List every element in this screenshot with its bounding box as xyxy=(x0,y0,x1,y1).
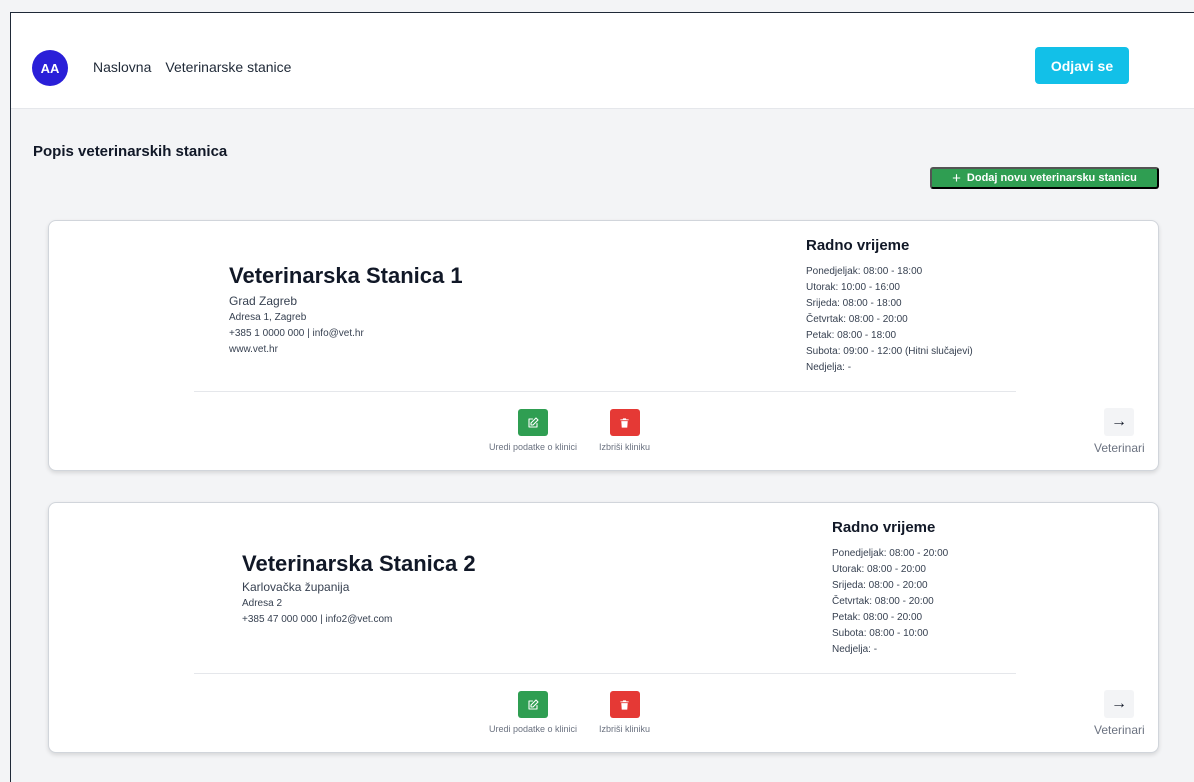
clinic-website[interactable]: www.vet.hr xyxy=(229,344,278,355)
clinic-region: Grad Zagreb xyxy=(229,294,298,308)
edit-clinic-action: Uredi podatke o klinici xyxy=(489,691,577,734)
hours-title: Radno vrijeme xyxy=(806,237,910,254)
hours-saturday: Subota: 08:00 - 10:00 xyxy=(832,628,929,639)
edit-clinic-label: Uredi podatke o klinici xyxy=(489,724,578,734)
hours-wednesday: Srijeda: 08:00 - 18:00 xyxy=(806,298,902,309)
vets-arrow-button[interactable]: → xyxy=(1104,690,1134,718)
delete-clinic-action: Izbriši kliniku xyxy=(599,691,650,734)
add-clinic-button[interactable]: + Dodaj novu veterinarsku stanicu xyxy=(930,167,1159,189)
hours-list: Ponedjeljak: 08:00 - 18:00 Utorak: 10:00… xyxy=(806,264,973,376)
clinic-contact: +385 47 000 000 | info2@vet.com xyxy=(242,614,393,625)
clinic-name: Veterinarska Stanica 2 xyxy=(242,551,476,576)
edit-icon xyxy=(528,698,539,710)
hours-list: Ponedjeljak: 08:00 - 20:00 Utorak: 08:00… xyxy=(832,546,948,658)
add-clinic-label: Dodaj novu veterinarsku stanicu xyxy=(966,172,1137,184)
hours-thursday: Četvrtak: 08:00 - 20:00 xyxy=(832,596,934,607)
card-divider xyxy=(194,673,1016,674)
card-divider xyxy=(194,391,1016,392)
edit-clinic-action: Uredi podatke o klinici xyxy=(489,409,577,452)
vets-arrow-button[interactable]: → xyxy=(1104,408,1134,436)
edit-clinic-button[interactable] xyxy=(518,409,549,436)
nav-link-home[interactable]: Naslovna xyxy=(93,59,151,75)
main-nav: Naslovna Veterinarske stanice xyxy=(93,59,291,75)
hours-saturday: Subota: 09:00 - 12:00 (Hitni slučajevi) xyxy=(806,346,973,357)
delete-clinic-label: Izbriši kliniku xyxy=(599,724,651,734)
edit-icon xyxy=(528,416,539,428)
vets-link[interactable]: Veterinari xyxy=(1094,723,1145,737)
delete-clinic-action: Izbriši kliniku xyxy=(599,409,650,452)
hours-monday: Ponedjeljak: 08:00 - 20:00 xyxy=(832,548,949,559)
navbar: AA Naslovna Veterinarske stanice Odjavi … xyxy=(11,13,1194,109)
vets-link[interactable]: Veterinari xyxy=(1094,441,1145,455)
trash-icon xyxy=(620,417,629,428)
clinic-address: Adresa 1, Zagreb xyxy=(229,312,307,323)
page-title: Popis veterinarskih stanica xyxy=(33,143,228,160)
clinic-address: Adresa 2 xyxy=(242,598,283,609)
hours-wednesday: Srijeda: 08:00 - 20:00 xyxy=(832,580,928,591)
hours-tuesday: Utorak: 08:00 - 20:00 xyxy=(832,564,926,575)
hours-monday: Ponedjeljak: 08:00 - 18:00 xyxy=(806,266,923,277)
nav-link-clinics[interactable]: Veterinarske stanice xyxy=(165,59,291,75)
clinic-card: Veterinarska Stanica 2 Karlovačka župani… xyxy=(48,502,1159,753)
arrow-right-icon: → xyxy=(1111,695,1127,712)
clinic-region: Karlovačka županija xyxy=(242,580,350,594)
app-frame: AA Naslovna Veterinarske stanice Odjavi … xyxy=(10,12,1194,782)
edit-clinic-label: Uredi podatke o klinici xyxy=(489,442,578,452)
hours-sunday: Nedjelja: - xyxy=(806,362,852,373)
trash-icon xyxy=(620,699,629,710)
hours-thursday: Četvrtak: 08:00 - 20:00 xyxy=(806,314,908,325)
edit-clinic-button[interactable] xyxy=(518,691,549,718)
clinic-contact: +385 1 0000 000 | info@vet.hr xyxy=(229,328,364,339)
clinic-card: Veterinarska Stanica 1 Grad Zagreb Adres… xyxy=(48,220,1159,471)
hours-tuesday: Utorak: 10:00 - 16:00 xyxy=(806,282,900,293)
avatar[interactable]: AA xyxy=(32,50,68,86)
hours-friday: Petak: 08:00 - 18:00 xyxy=(806,330,897,341)
hours-friday: Petak: 08:00 - 20:00 xyxy=(832,612,923,623)
logout-button[interactable]: Odjavi se xyxy=(1035,47,1129,84)
delete-clinic-label: Izbriši kliniku xyxy=(599,442,651,452)
clinic-name: Veterinarska Stanica 1 xyxy=(229,263,463,288)
hours-sunday: Nedjelja: - xyxy=(832,644,878,655)
plus-icon: + xyxy=(952,169,961,187)
delete-clinic-button[interactable] xyxy=(609,691,640,718)
arrow-right-icon: → xyxy=(1111,413,1127,430)
delete-clinic-button[interactable] xyxy=(609,409,640,436)
hours-title: Radno vrijeme xyxy=(832,519,936,536)
